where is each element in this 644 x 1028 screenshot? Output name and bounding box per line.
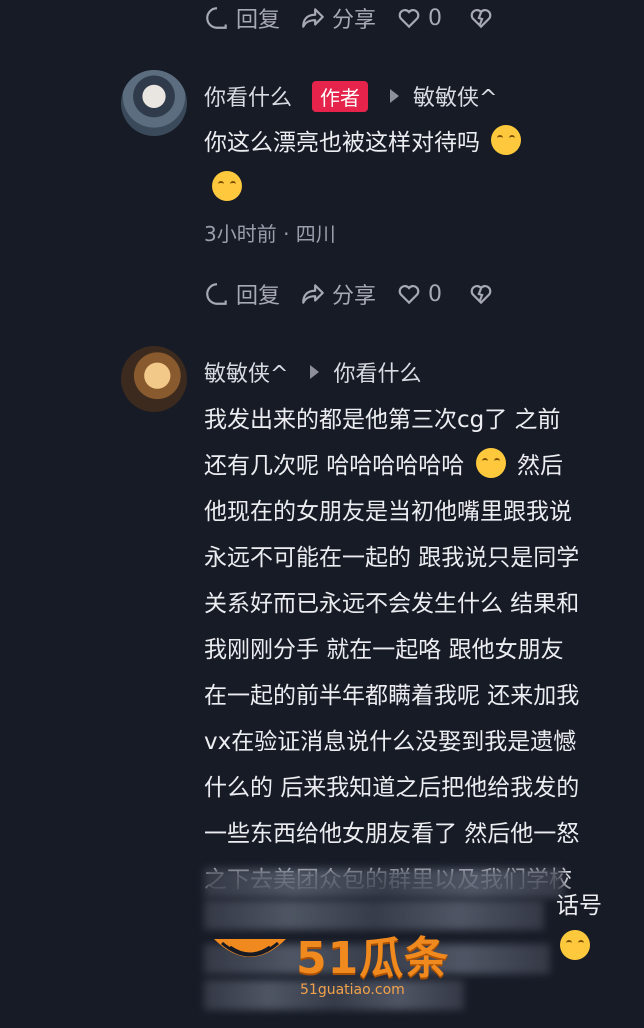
reply-to-username[interactable]: 你看什么 [333,356,421,388]
reply-icon [206,283,227,305]
dislike-icon [470,9,492,29]
reply-to-username[interactable]: 敏敏侠^ [413,80,497,112]
watermark-url: 51guatiao.com [300,982,405,998]
share-button[interactable]: 分享 [300,278,376,310]
laughing-emoji-icon [475,448,506,478]
author-badge: 作者 [312,80,369,112]
share-icon [302,284,324,304]
dislike-icon [470,285,492,305]
username[interactable]: 你看什么 [204,80,292,112]
comment-text: 我发出来的都是他第三次cg了 之前 还有几次呢 哈哈哈哈哈哈 然后 他现在的女朋… [204,407,580,893]
reply-icon [206,7,227,29]
like-button[interactable]: 0 [396,281,442,307]
top-action-bar: 回复 分享 0 [204,2,520,34]
avatar[interactable] [121,70,187,136]
watermark-brand: 51瓜条 [296,933,450,984]
time-location: 3小时前 · 四川 [204,222,336,246]
comment-header: 你看什么 作者 敏敏侠^ [204,80,497,112]
crying-emoji-icon [560,930,590,960]
dislike-button[interactable] [468,5,500,31]
reply-arrow-icon [390,89,400,103]
comment-text: 你这么漂亮也被这样对待吗 [204,120,634,212]
comment-action-bar: 回复 分享 0 [204,278,520,310]
like-button[interactable]: 0 [396,5,442,31]
share-button[interactable]: 分享 [300,2,376,34]
crying-emoji-icon [212,171,242,201]
watermark-logo: 51瓜条 51guatiao.com [210,922,449,998]
reply-arrow-icon [310,365,320,379]
partial-text: 话号 [556,893,602,919]
crying-emoji-icon [491,125,522,155]
reply-button[interactable]: 回复 [204,2,280,34]
comment-header: 敏敏侠^ 你看什么 [204,356,421,388]
dislike-button[interactable] [468,281,500,307]
like-icon [398,9,420,29]
censored-text [204,868,564,898]
avatar[interactable] [121,346,187,412]
share-icon [302,8,324,28]
username[interactable]: 敏敏侠^ [204,356,288,388]
watermelon-logo-icon [214,939,286,957]
like-icon [398,285,420,305]
reply-button[interactable]: 回复 [204,278,280,310]
